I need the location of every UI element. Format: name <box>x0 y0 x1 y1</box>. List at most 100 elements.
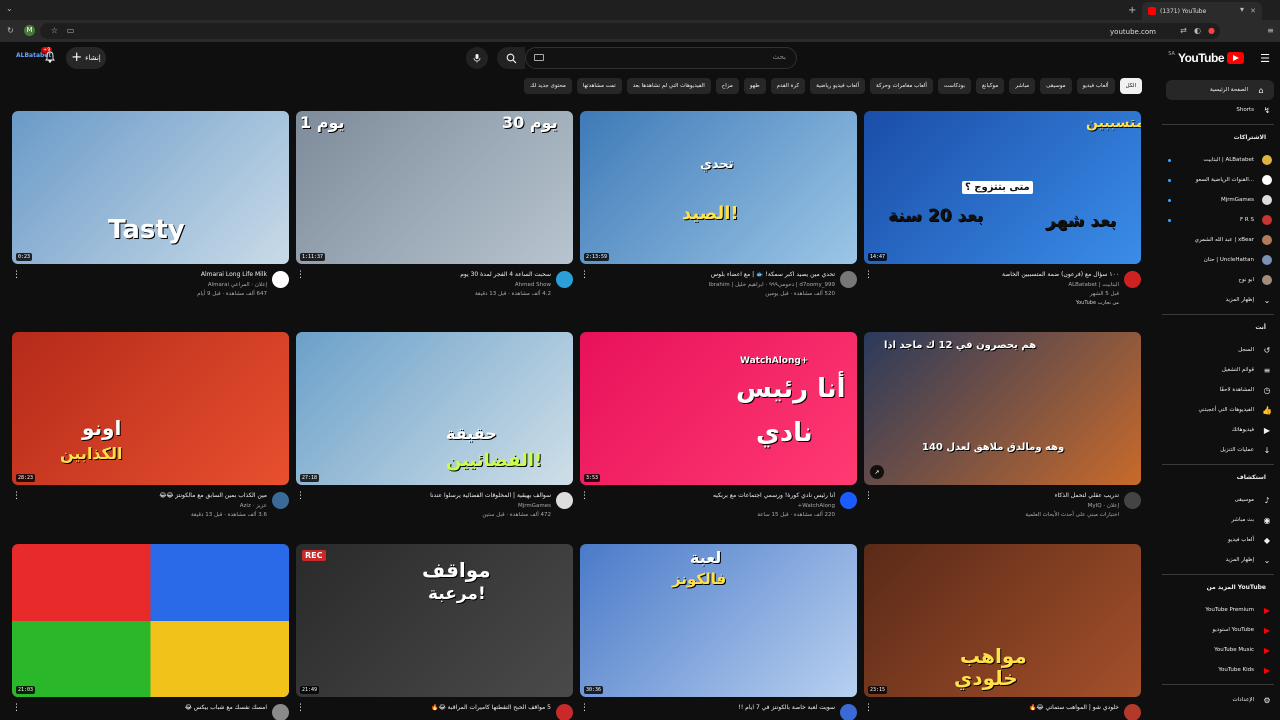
sidebar-item[interactable]: ▶ فيديوهاتك <box>1162 420 1280 440</box>
sidebar-item[interactable]: MjrmGames <box>1162 190 1280 210</box>
video-title[interactable]: سحبت الساعة 4 الفجر لمدة 30 يوم <box>311 271 551 278</box>
sidebar-item[interactable]: ◉ بث مباشر <box>1162 510 1280 530</box>
channel-name[interactable]: Ahmed Show <box>515 282 551 288</box>
sidebar-item[interactable]: ▶ YouTube Music <box>1162 640 1280 660</box>
sidebar-item[interactable]: ⌂ الصفحة الرئيسية <box>1166 80 1274 100</box>
sidebar-item[interactable]: ابو نوح <box>1162 270 1280 290</box>
filter-chip[interactable]: مزاح <box>715 78 739 94</box>
sidebar-item[interactable]: ▶ YouTube Premium <box>1162 600 1280 620</box>
sidebar-item[interactable]: ◷ المشاهدة لاحقًا <box>1162 380 1280 400</box>
channel-avatar[interactable] <box>1124 271 1141 288</box>
more-options-icon[interactable]: ⋮ <box>296 704 305 713</box>
video-card[interactable]: حقيقة الفضائيين! 27:18 سوالف بهيقية | المخل… <box>296 332 573 546</box>
sidebar-section-title[interactable]: استكشاف <box>1237 474 1266 481</box>
filter-chip[interactable]: مباشر <box>1009 78 1036 94</box>
channel-avatar[interactable] <box>1124 704 1141 720</box>
video-card[interactable]: WatchAlong+ أنا رئيس نادي 3:53 أنا رئيس نادي… <box>580 332 857 546</box>
more-options-icon[interactable]: ⋮ <box>296 492 305 501</box>
channel-avatar[interactable] <box>840 492 857 509</box>
video-title[interactable]: سويت لعبة خاصة بالكونتز في 7 ايام !! <box>595 704 835 711</box>
channel-avatar[interactable] <box>272 704 289 720</box>
sidebar-item[interactable]: ↺ السجل <box>1162 340 1280 360</box>
channel-avatar[interactable] <box>272 271 289 288</box>
shield-icon[interactable]: ◐ <box>1193 26 1202 35</box>
video-card[interactable]: REC مواقف مرعبة! 21:49 5 مواقف الحبح التقطته… <box>296 544 573 720</box>
video-thumbnail[interactable]: مواهب خلودي 23:15 <box>864 544 1141 697</box>
video-thumbnail[interactable]: المتسببين متى بتتزوج ؟ بعد 20 سنة بعد شهر 14… <box>864 111 1141 264</box>
filter-chip[interactable]: موسيقى <box>1040 78 1072 94</box>
video-title[interactable]: تحدي مين يصيد اكبر سمكة! 🐟 | مع اعضاء بل… <box>595 271 835 278</box>
external-link-icon[interactable]: ↗ <box>870 465 884 479</box>
sidebar-section-title[interactable]: أنت <box>1255 324 1266 331</box>
filter-chip[interactable]: موكبانغ <box>976 78 1005 94</box>
filter-chip[interactable]: طهو <box>743 78 766 94</box>
video-thumbnail[interactable]: 21:03 <box>12 544 289 697</box>
site-settings-icon[interactable]: ⇄ <box>1179 26 1188 35</box>
more-options-icon[interactable]: ⋮ <box>296 271 305 280</box>
more-options-icon[interactable]: ⋮ <box>12 704 21 713</box>
sidebar-item[interactable]: ▶ YouTube Kids <box>1162 660 1280 680</box>
more-options-icon[interactable]: ⋮ <box>580 492 589 501</box>
video-title[interactable]: سوالف بهيقية | المخلوقات الفضائية يرسلوا… <box>311 492 551 499</box>
channel-avatar[interactable] <box>840 271 857 288</box>
more-options-icon[interactable]: ⋮ <box>580 704 589 713</box>
tab-menu-icon[interactable]: ▾ <box>1240 5 1244 14</box>
video-title[interactable]: ١٠٠ سؤال مع (فرعون) ضمة المتسببين الخاصة <box>879 271 1119 278</box>
video-title[interactable]: مين الكذاب بمين السابق مع مالكونتز 😂😂 <box>27 492 267 499</box>
youtube-logo[interactable]: SA YouTube <box>1168 51 1244 65</box>
video-card[interactable]: لعبة فالكونز 30:36 سويت لعبة خاصة بالكونتز … <box>580 544 857 720</box>
video-card[interactable]: مواهب خلودي 23:15 خلودي شو | المواهب ستماتي… <box>864 544 1141 720</box>
video-title[interactable]: 5 مواقف الحبح التقطتها كاميرات المراقبة … <box>311 704 551 711</box>
channel-name[interactable]: d7oomy_999 | دحومي٩٩٩ · ابراهيم خليل | I… <box>709 282 835 288</box>
filter-chip[interactable]: الفيديوهات التي لم تشاهدها بعد <box>626 78 711 94</box>
filter-chip[interactable]: ألعاب فيديو رياضية <box>810 78 866 94</box>
close-tab-icon[interactable]: ✕ <box>1250 7 1256 15</box>
sidebar-item[interactable]: F R S <box>1162 210 1280 230</box>
video-card[interactable]: يوم 1 يوم 30 1:11:37 سحبت الساعة 4 الفجر لم… <box>296 111 573 325</box>
screen-cast-icon[interactable]: ▭ <box>66 26 75 35</box>
search-input[interactable]: بحث <box>525 47 797 69</box>
menu-hamburger-icon[interactable]: ☰ <box>1260 52 1270 65</box>
sidebar-item[interactable]: ≡ قوائم التشغيل <box>1162 360 1280 380</box>
channel-avatar[interactable] <box>272 492 289 509</box>
channel-name[interactable]: إعلان · المراعي Almarai <box>208 282 267 288</box>
video-thumbnail[interactable]: Tasty 0:23 <box>12 111 289 264</box>
sidebar-item[interactable]: ♪ موسيقى <box>1162 490 1280 510</box>
sidebar-item[interactable]: حتان | UncleHattan <box>1162 250 1280 270</box>
video-card[interactable]: هم يحصرون في 12 ك ماجد اذا 140 وهه ومالدق… <box>864 332 1141 546</box>
more-options-icon[interactable]: ⋮ <box>864 492 873 501</box>
channel-avatar[interactable] <box>556 492 573 509</box>
channel-name[interactable]: البتابيت | ALBatabet <box>1068 282 1119 288</box>
sidebar-section-title[interactable]: المزيد من YouTube <box>1207 584 1266 591</box>
more-options-icon[interactable]: ⋮ <box>864 704 873 713</box>
filter-chip[interactable]: بودكاست <box>937 78 971 94</box>
channel-name[interactable]: MjrmGames <box>518 503 551 509</box>
sidebar-item[interactable]: 👍 الفيديوهات التي أعجبتني <box>1162 400 1280 420</box>
browser-menu-icon[interactable]: ≡ <box>1266 26 1275 35</box>
tab-search-icon[interactable]: ⌄ <box>6 4 13 13</box>
sidebar-item[interactable]: ⌄ إظهار المزيد <box>1162 550 1280 570</box>
channel-avatar[interactable] <box>556 704 573 720</box>
sidebar-item[interactable]: القنوات الرياضية السعو... <box>1162 170 1280 190</box>
channel-name[interactable]: إعلان · MyIQ <box>1088 503 1119 509</box>
sidebar-item[interactable]: ⌄ إظهار المزيد <box>1162 290 1280 310</box>
channel-avatar[interactable] <box>1124 492 1141 509</box>
video-thumbnail[interactable]: REC مواقف مرعبة! 21:49 <box>296 544 573 697</box>
channel-name[interactable]: WatchAlong+ <box>798 503 835 509</box>
sidebar-item[interactable]: ↯ Shorts <box>1162 100 1280 120</box>
filter-chip[interactable]: ألعاب مغامرات وحركة <box>870 78 933 94</box>
sidebar-item[interactable]: ⚙ الإعدادات <box>1162 690 1280 710</box>
video-title[interactable]: أنا رئيس نادي كورة! ورسمي اجتماعات مع بر… <box>595 492 835 499</box>
keyboard-icon[interactable] <box>534 54 544 61</box>
bookmark-star-icon[interactable]: ☆ <box>50 26 59 35</box>
profile-avatar[interactable]: M <box>24 25 35 36</box>
sidebar-section-title[interactable]: الاشتراكات <box>1234 134 1266 141</box>
channel-avatar[interactable] <box>556 271 573 288</box>
reload-icon[interactable]: ↻ <box>6 26 15 35</box>
video-thumbnail[interactable]: حقيقة الفضائيين! 27:18 <box>296 332 573 485</box>
channel-avatar[interactable] <box>840 704 857 720</box>
sidebar-item[interactable]: عبد الله الشمري | xBear <box>1162 230 1280 250</box>
youtube-red-icon[interactable]: ● <box>1207 26 1216 35</box>
video-thumbnail[interactable]: يوم 1 يوم 30 1:11:37 <box>296 111 573 264</box>
sidebar-item[interactable]: البتابيت | ALBatabet <box>1162 150 1280 170</box>
